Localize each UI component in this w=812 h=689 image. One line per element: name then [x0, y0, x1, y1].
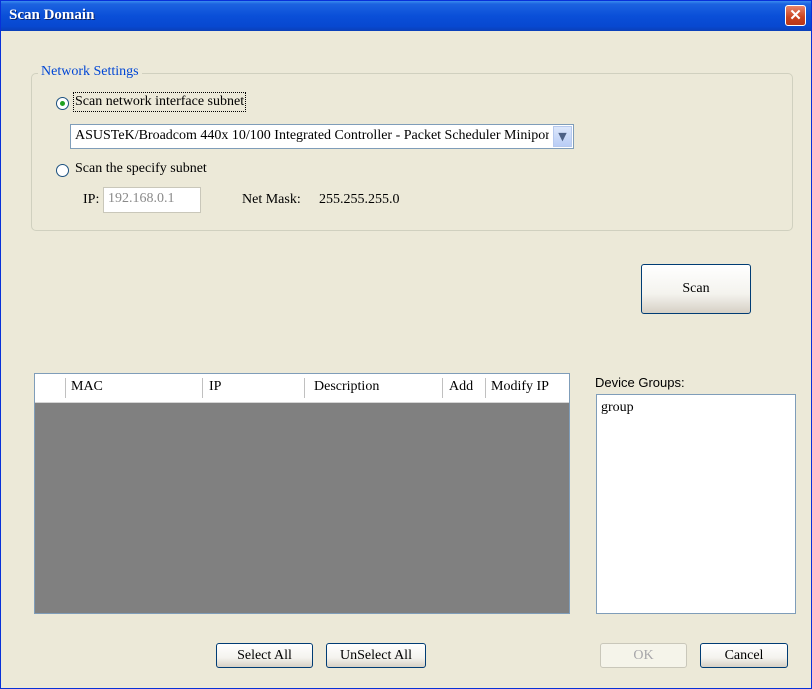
column-header-mac[interactable]: MAC: [71, 379, 103, 395]
device-table-header: MAC IP Description Add Modify IP: [35, 374, 569, 403]
chevron-down-icon[interactable]: ▼: [553, 126, 572, 147]
unselect-all-button[interactable]: UnSelect All: [326, 643, 426, 668]
column-header-ip[interactable]: IP: [209, 379, 221, 395]
select-all-button[interactable]: Select All: [216, 643, 313, 668]
scan-domain-dialog: Scan Domain ✕ Network Settings Scan netw…: [0, 0, 812, 689]
close-button[interactable]: ✕: [785, 5, 806, 26]
radio-scan-specify-label[interactable]: Scan the specify subnet: [75, 161, 207, 177]
header-divider: [304, 378, 305, 398]
device-groups-label: Device Groups:: [595, 375, 685, 390]
device-table[interactable]: MAC IP Description Add Modify IP: [34, 373, 570, 614]
cancel-button[interactable]: Cancel: [700, 643, 788, 668]
dialog-body: Network Settings Scan network interface …: [4, 31, 808, 686]
column-header-add[interactable]: Add: [449, 379, 473, 395]
window-title: Scan Domain: [9, 7, 95, 23]
ok-button[interactable]: OK: [600, 643, 687, 668]
column-header-modify-ip[interactable]: Modify IP: [491, 379, 549, 395]
scan-button[interactable]: Scan: [641, 264, 751, 314]
header-divider: [442, 378, 443, 398]
header-divider: [65, 378, 66, 398]
header-divider: [202, 378, 203, 398]
header-divider: [485, 378, 486, 398]
device-group-item[interactable]: group: [601, 400, 634, 416]
column-header-description[interactable]: Description: [314, 379, 379, 395]
network-adapter-value: ASUSTeK/Broadcom 440x 10/100 Integrated …: [75, 128, 549, 143]
close-icon: ✕: [789, 7, 802, 24]
radio-scan-interface-label[interactable]: Scan network interface subnet: [72, 92, 247, 112]
network-adapter-select[interactable]: ASUSTeK/Broadcom 440x 10/100 Integrated …: [70, 124, 574, 149]
netmask-value: 255.255.255.0: [319, 192, 400, 207]
ip-label: IP:: [83, 192, 100, 207]
network-settings-legend: Network Settings: [38, 64, 142, 80]
device-groups-list[interactable]: group: [596, 394, 796, 614]
title-bar[interactable]: Scan Domain ✕: [1, 1, 811, 31]
ip-field[interactable]: 192.168.0.1: [103, 187, 201, 213]
netmask-label: Net Mask:: [242, 192, 301, 207]
radio-scan-interface[interactable]: [56, 97, 69, 110]
radio-scan-specify[interactable]: [56, 164, 69, 177]
